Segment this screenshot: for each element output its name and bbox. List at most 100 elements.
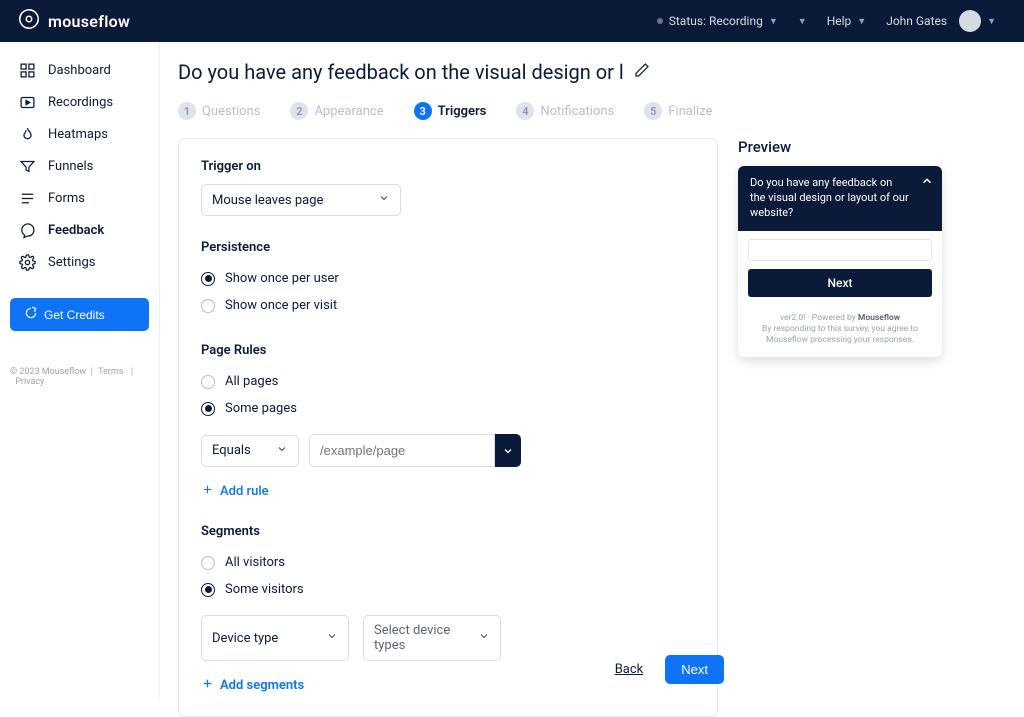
preview-footer-brand: Mouseflow [858,313,900,323]
radio-label: Some visitors [225,582,304,597]
step-questions[interactable]: 1 Questions [178,102,260,120]
sidebar-item-feedback[interactable]: Feedback [10,214,149,246]
step-appearance[interactable]: 2 Appearance [290,102,383,120]
radio-label: Show once per visit [225,298,337,313]
brand-logo[interactable]: mouseflow [18,8,130,34]
sidebar-item-settings[interactable]: Settings [10,246,149,278]
preview-next-button[interactable]: Next [748,269,932,297]
avatar [959,10,981,32]
radio-icon [201,272,215,286]
sidebar-item-label: Heatmaps [48,127,108,142]
radio-label: All visitors [225,555,285,570]
preview-next-label: Next [828,276,853,290]
step-label: Finalize [668,104,712,119]
add-rule-label: Add rule [220,484,269,499]
step-number: 4 [516,102,534,120]
page-title: Do you have any feedback on the visual d… [178,60,624,84]
step-number: 2 [290,102,308,120]
footer-terms-link[interactable]: Terms [98,367,123,377]
preview-column: Preview Do you have any feedback on the … [738,138,996,357]
radio-label: Some pages [225,401,297,416]
chevron-down-icon: ▼ [769,16,778,27]
step-label: Notifications [540,104,614,119]
radio-some-pages[interactable]: Some pages [201,395,695,422]
radio-once-per-visit[interactable]: Show once per visit [201,292,695,319]
sidebar-item-label: Recordings [48,95,113,110]
dashboard-icon [18,61,36,79]
topbar: mouseflow Status: Recording ▼ ▼ Help ▼ J… [0,0,1024,42]
preview-answer-input[interactable] [748,239,932,261]
radio-once-per-user[interactable]: Show once per user [201,265,695,292]
footer-privacy-link[interactable]: Privacy [15,377,44,387]
preview-header: Do you have any feedback on the visual d… [738,166,942,231]
rule-value-input[interactable] [309,434,495,467]
sidebar-item-heatmaps[interactable]: Heatmaps [10,118,149,150]
radio-icon [201,583,215,597]
chevron-down-icon [478,630,490,646]
page-rule-row: Equals [201,434,695,467]
get-credits-button[interactable]: Get Credits [10,298,149,331]
radio-all-visitors[interactable]: All visitors [201,549,695,576]
radio-all-pages[interactable]: All pages [201,368,695,395]
radio-icon [201,402,215,416]
next-button[interactable]: Next [665,655,724,684]
radio-label: Show once per user [225,271,339,286]
preview-footer: ver2.0! · Powered by Mouseflow By respon… [738,307,942,357]
rule-operator-value: Equals [212,443,251,458]
step-finalize[interactable]: 5 Finalize [644,102,712,120]
sidebar-item-label: Settings [48,255,95,270]
stepper: 1 Questions 2 Appearance 3 Triggers 4 No… [178,102,996,120]
step-number: 3 [414,102,432,120]
settings-icon [18,253,36,271]
trigger-select[interactable]: Mouse leaves page [201,184,401,216]
footer-buttons: Back Next [178,655,734,684]
chevron-down-icon [378,192,390,208]
sidebar: Dashboard Recordings Heatmaps Funnels Fo… [0,42,160,698]
radio-icon [201,375,215,389]
credits-icon [24,306,38,323]
user-menu[interactable]: John Gates ▼ [876,10,1006,32]
step-label: Questions [202,104,260,119]
step-label: Appearance [314,104,383,119]
step-triggers[interactable]: 3 Triggers [414,102,487,120]
sidebar-footer: © 2023 Mouseflow | Terms | Privacy [10,367,149,387]
preview-question: Do you have any feedback on the visual d… [750,176,909,219]
persistence-section-label: Persistence [201,240,695,255]
plus-icon [201,483,214,500]
preview-collapse-button[interactable] [920,174,934,193]
recordings-icon [18,93,36,111]
segments-section-label: Segments [201,524,695,539]
brand-name: mouseflow [48,12,130,31]
sidebar-item-label: Forms [48,191,85,206]
trigger-section-label: Trigger on [201,159,695,174]
segment-value-value: Select device types [374,623,478,653]
brand-logo-icon [18,8,40,34]
user-name: John Gates [886,14,947,28]
step-label: Triggers [438,104,487,119]
add-rule-button[interactable]: Add rule [201,483,695,500]
top-extra-dropdown[interactable]: ▼ [788,16,817,27]
edit-title-button[interactable] [634,62,650,82]
status-dropdown[interactable]: Status: Recording ▼ [647,14,788,28]
preview-title: Preview [738,138,996,156]
settings-card: Trigger on Mouse leaves page Persistence… [178,138,718,717]
chevron-down-icon: ▼ [857,16,866,27]
sidebar-item-dashboard[interactable]: Dashboard [10,54,149,86]
segment-type-value: Device type [212,631,278,646]
sidebar-item-label: Feedback [48,223,104,238]
rule-operator-select[interactable]: Equals [201,435,299,467]
title-row: Do you have any feedback on the visual d… [178,60,996,84]
step-number: 5 [644,102,662,120]
radio-label: All pages [225,374,278,389]
rule-dropdown-button[interactable] [495,434,521,467]
preview-body: Next [738,231,942,307]
step-notifications[interactable]: 4 Notifications [516,102,614,120]
help-dropdown[interactable]: Help ▼ [817,14,877,28]
sidebar-item-forms[interactable]: Forms [10,182,149,214]
feedback-icon [18,221,36,239]
sidebar-item-recordings[interactable]: Recordings [10,86,149,118]
radio-some-visitors[interactable]: Some visitors [201,576,695,603]
footer-copyright: © 2023 Mouseflow [10,367,86,377]
sidebar-item-funnels[interactable]: Funnels [10,150,149,182]
back-button[interactable]: Back [615,662,644,677]
